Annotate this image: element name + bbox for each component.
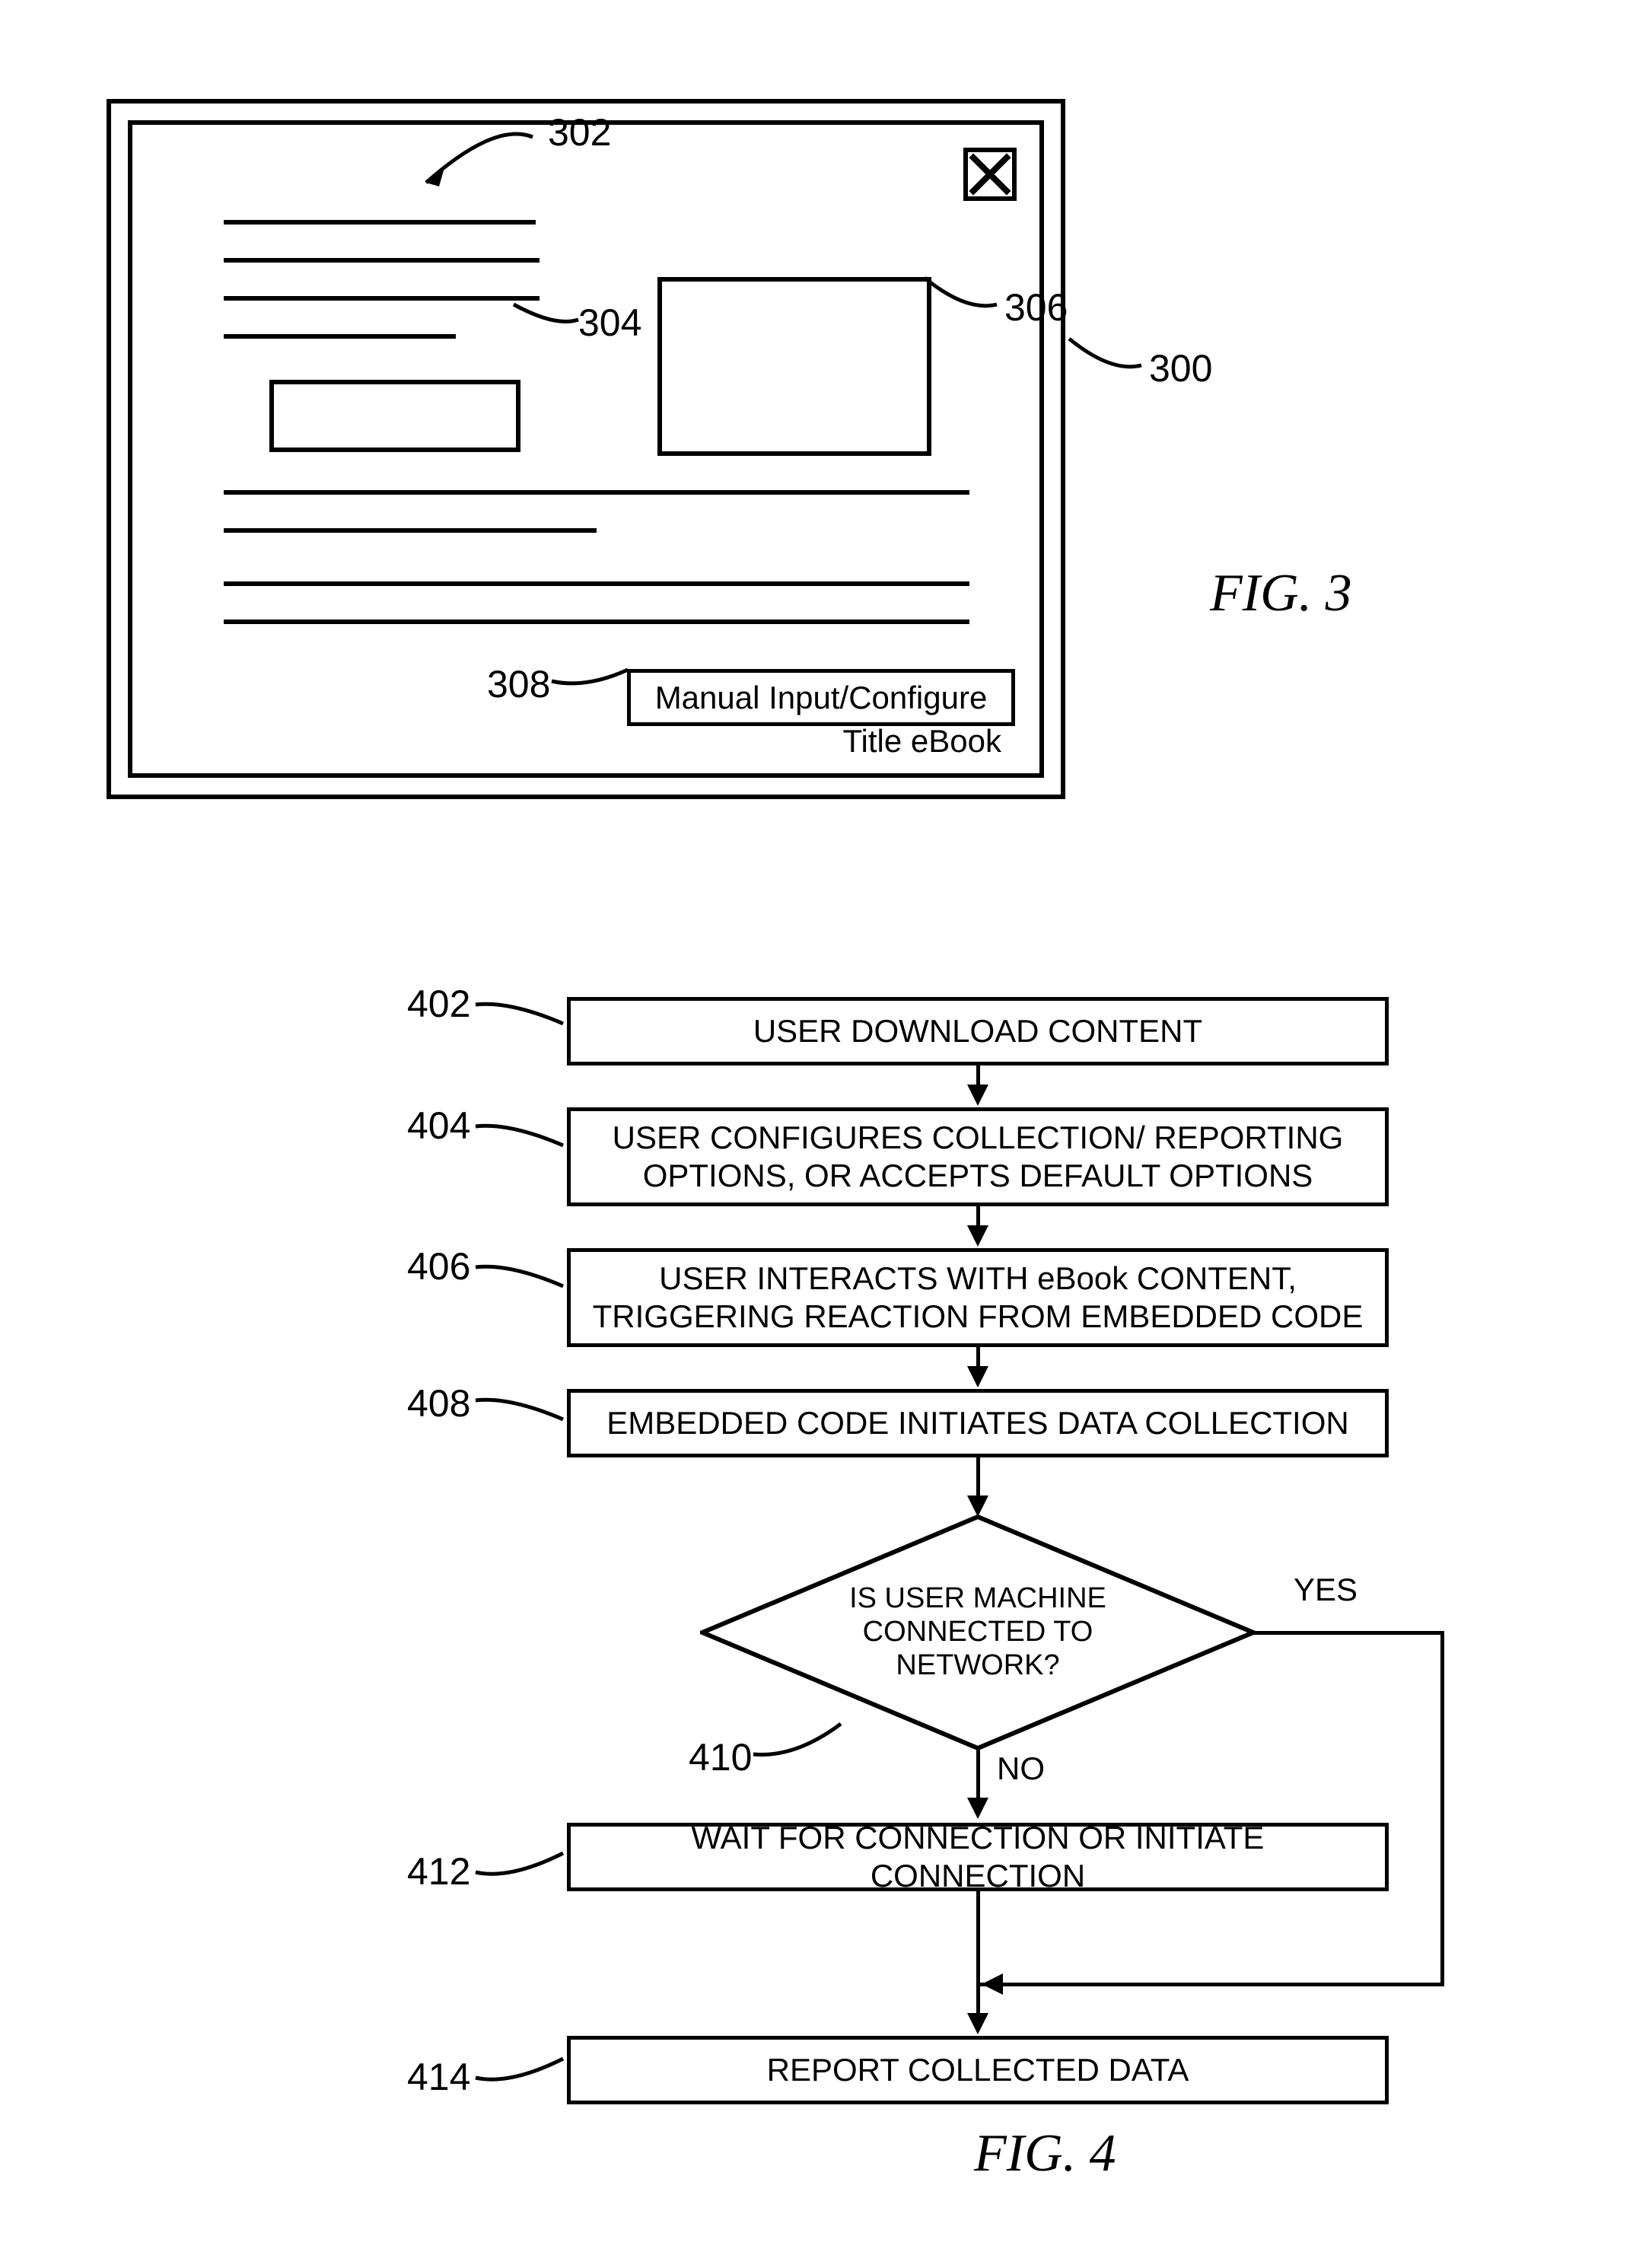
reference-label-402: 402 [407, 982, 470, 1026]
reference-leader-302 [403, 114, 555, 205]
reference-label-412: 412 [407, 1849, 470, 1894]
reference-leader-308 [548, 651, 639, 696]
flow-step-406: USER INTERACTS WITH eBook CONTENT, TRIGG… [567, 1248, 1389, 1347]
flow-arrow-head [967, 1085, 988, 1106]
reference-leader-412 [472, 1842, 571, 1895]
text-line-placeholder [224, 620, 969, 624]
flow-connector [978, 1983, 1444, 1986]
figure-caption-4: FIG. 4 [974, 2123, 1116, 2184]
text-line-placeholder [224, 581, 969, 586]
reference-label-404: 404 [407, 1104, 470, 1148]
figure-caption-3: FIG. 3 [1210, 563, 1352, 624]
text-line-placeholder [224, 220, 536, 225]
input-box-304[interactable] [269, 380, 520, 452]
reference-leader-408 [472, 1393, 571, 1446]
reference-label-302: 302 [548, 110, 611, 154]
decision-yes-label: YES [1294, 1572, 1358, 1608]
flow-step-404: USER CONFIGURES COLLECTION/ REPORTING OP… [567, 1107, 1389, 1206]
reference-label-304: 304 [578, 301, 641, 345]
flow-arrow-head [967, 1225, 988, 1247]
flow-arrow [976, 1748, 980, 1801]
image-box-306 [657, 277, 931, 456]
window-title: Title eBook [842, 723, 1001, 760]
flow-arrow-head [967, 1366, 988, 1387]
reference-label-300: 300 [1149, 346, 1212, 390]
flow-step-402: USER DOWNLOAD CONTENT [567, 997, 1389, 1065]
reference-leader-402 [472, 997, 571, 1050]
reference-leader-410 [750, 1712, 848, 1766]
reference-leader-414 [472, 2047, 571, 2101]
flow-connector [1440, 1631, 1444, 1986]
close-icon[interactable] [963, 148, 1017, 201]
reference-label-406: 406 [407, 1244, 470, 1288]
reference-label-306: 306 [1004, 285, 1068, 330]
reference-label-410: 410 [689, 1735, 752, 1779]
flow-arrow-head [967, 2013, 988, 2034]
manual-input-configure-button[interactable]: Manual Input/Configure [627, 669, 1015, 726]
reference-leader-406 [472, 1260, 571, 1313]
text-line-placeholder [224, 296, 540, 301]
reference-label-414: 414 [407, 2055, 470, 2099]
text-line-placeholder [224, 490, 969, 495]
flow-arrow-head [967, 1798, 988, 1819]
flow-arrow-head [967, 1495, 988, 1517]
text-line-placeholder [224, 334, 456, 339]
flow-connector [1254, 1631, 1444, 1635]
reference-label-408: 408 [407, 1381, 470, 1425]
flow-arrow [976, 1891, 980, 2017]
text-line-placeholder [224, 258, 540, 263]
decision-no-label: NO [997, 1750, 1045, 1787]
text-line-placeholder [224, 528, 597, 533]
flow-arrow [976, 1457, 980, 1499]
flow-step-408: EMBEDDED CODE INITIATES DATA COLLECTION [567, 1389, 1389, 1457]
reference-label-308: 308 [487, 662, 550, 706]
flow-step-414: REPORT COLLECTED DATA [567, 2036, 1389, 2104]
flow-arrow-head [982, 1973, 1003, 1995]
reference-leader-404 [472, 1119, 571, 1172]
flow-step-412: WAIT FOR CONNECTION OR INITIATE CONNECTI… [567, 1823, 1389, 1891]
